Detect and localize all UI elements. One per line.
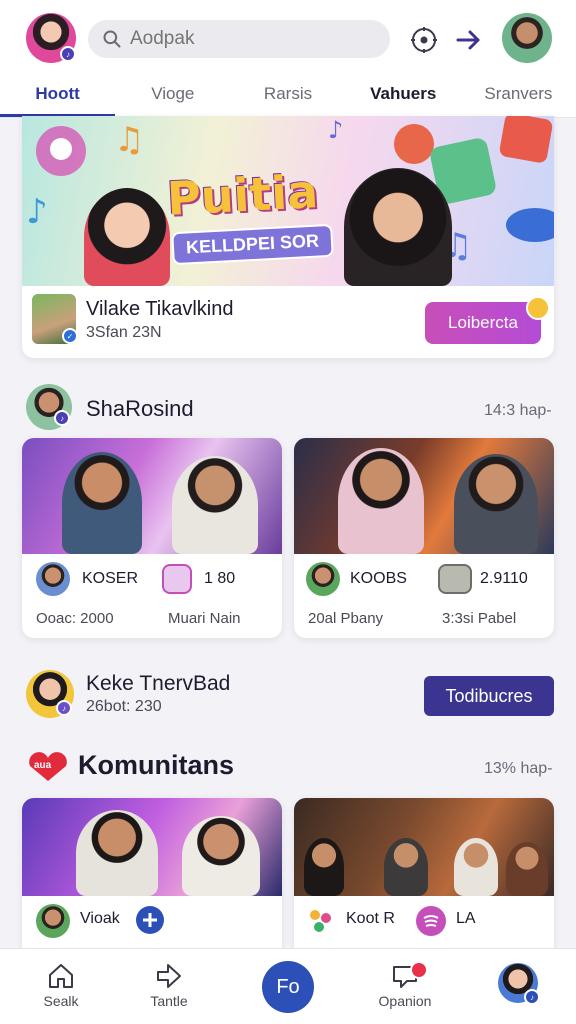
avatar-badge-icon: ♪ bbox=[54, 410, 70, 426]
nav-label: Opanion bbox=[378, 993, 432, 1009]
card-stat: 2.9110 bbox=[480, 570, 528, 587]
section-time: 13% hap- bbox=[484, 760, 553, 777]
decor-bubble bbox=[394, 124, 434, 164]
stream-thumbnail bbox=[294, 438, 554, 554]
heart-logo-icon: aua bbox=[26, 752, 70, 782]
avatar-badge-icon: ♪ bbox=[524, 989, 540, 1005]
decor-bubble bbox=[50, 138, 72, 160]
nav-label: Tantle bbox=[150, 993, 188, 1009]
tv-icon bbox=[438, 564, 472, 594]
community-thumbnail bbox=[294, 798, 554, 896]
streamer-figure bbox=[338, 448, 424, 554]
profile-avatar[interactable] bbox=[502, 13, 552, 63]
tab-sranvers[interactable]: Sranvers bbox=[461, 76, 576, 117]
community-card[interactable]: Koot R LA bbox=[294, 798, 554, 958]
arrow-right-icon[interactable] bbox=[455, 26, 483, 54]
creator-meta: 26bot: 230 bbox=[86, 698, 162, 715]
section-title: ShaRosind bbox=[86, 396, 194, 421]
card-extra: LA bbox=[456, 910, 476, 927]
home-icon bbox=[49, 964, 73, 988]
top-bar: ♪ bbox=[0, 0, 576, 76]
card-sub-right: 3:3si Pabel bbox=[442, 610, 517, 627]
music-note-icon: ♪ bbox=[26, 192, 48, 232]
star-badge-icon bbox=[526, 296, 550, 320]
avatar-badge-icon: ♪ bbox=[60, 46, 76, 62]
music-note-icon: ♫ bbox=[114, 120, 145, 160]
bottom-nav: Sealk Tantle Fo Opanion ♪ bbox=[0, 948, 576, 1024]
member-figure bbox=[76, 810, 158, 896]
tab-vahuers[interactable]: Vahuers bbox=[346, 76, 461, 117]
member-figure bbox=[454, 838, 498, 896]
gift-icon bbox=[162, 564, 192, 594]
host-right-figure bbox=[344, 168, 452, 286]
streamer-figure bbox=[62, 452, 142, 554]
tile-decor bbox=[498, 116, 554, 164]
card-name: Koot R bbox=[346, 910, 395, 927]
community-card[interactable]: Vioak bbox=[22, 798, 282, 958]
creator-meta: 3Sfan 23N bbox=[86, 324, 162, 341]
card-name: KOOBS bbox=[350, 570, 407, 587]
card-sub-left: Ooac: 2000 bbox=[36, 610, 114, 627]
avatar-badge-icon: ♪ bbox=[56, 700, 72, 716]
community-thumbnail bbox=[22, 798, 282, 896]
card-avatar[interactable] bbox=[36, 562, 70, 596]
create-button[interactable]: Fo bbox=[262, 961, 314, 1013]
verified-badge-icon: ✓ bbox=[62, 328, 78, 344]
search-input[interactable] bbox=[130, 28, 370, 50]
location-icon[interactable] bbox=[410, 26, 438, 54]
stream-card[interactable]: KOSER 1 80 Ooac: 2000 Muari Nain bbox=[22, 438, 282, 638]
tab-viogе[interactable]: Viogе bbox=[115, 76, 230, 117]
nav-notifications[interactable]: Opanion bbox=[360, 957, 450, 1009]
featured-card[interactable]: ♫ ♪ ♪ ♫ Puitia KELLDPEI SOR ✓ Vilake Tik… bbox=[22, 116, 554, 358]
card-sub-left: 20al Pbany bbox=[308, 610, 384, 627]
creator-name: Vilake Tikavlkind bbox=[86, 298, 234, 320]
card-avatar[interactable] bbox=[36, 904, 70, 938]
audio-icon[interactable] bbox=[416, 906, 446, 936]
featured-banner-image: ♫ ♪ ♪ ♫ Puitia KELLDPEI SOR bbox=[22, 116, 554, 286]
card-avatar[interactable] bbox=[306, 562, 340, 596]
search-icon bbox=[103, 30, 121, 48]
share-arrow-icon bbox=[157, 964, 181, 988]
featured-subtitle: KELLDPEI SOR bbox=[171, 223, 334, 266]
heart-logo-text: aua bbox=[34, 760, 52, 771]
subscribe-button[interactable]: Todibucres bbox=[424, 676, 554, 716]
decor-disc bbox=[506, 208, 554, 242]
join-button[interactable]: Loibercta bbox=[425, 302, 541, 344]
streamer-figure bbox=[172, 456, 258, 554]
host-left-figure bbox=[84, 188, 170, 286]
card-sub-right: Muari Nain bbox=[168, 610, 241, 627]
section-title: Komunitans bbox=[78, 750, 235, 780]
add-icon[interactable] bbox=[136, 906, 164, 934]
nav-label: Sealk bbox=[43, 993, 79, 1009]
stream-card[interactable]: KOOBS 2.9110 20al Pbany 3:3si Pabel bbox=[294, 438, 554, 638]
nav-explore[interactable]: Tantle bbox=[124, 957, 214, 1009]
creator-name: Keke TnervBad bbox=[86, 672, 231, 695]
streamer-figure bbox=[454, 454, 538, 554]
featured-info: ✓ Vilake Tikavlkind 3Sfan 23N Loibercta bbox=[22, 286, 554, 358]
section-time: 14:3 hap- bbox=[484, 402, 552, 419]
card-stat: 1 80 bbox=[204, 570, 236, 587]
music-note-icon: ♪ bbox=[328, 116, 344, 144]
notification-dot bbox=[410, 961, 428, 979]
tab-rarsis[interactable]: Rarsis bbox=[230, 76, 345, 117]
card-name: Vioak bbox=[80, 910, 120, 927]
member-figure bbox=[182, 816, 260, 896]
stream-thumbnail bbox=[22, 438, 282, 554]
tab-hoott[interactable]: Hoott bbox=[0, 76, 116, 117]
featured-title: Puitia bbox=[165, 164, 320, 226]
nav-home[interactable]: Sealk bbox=[16, 957, 106, 1009]
member-figure bbox=[384, 838, 428, 896]
member-figure bbox=[304, 838, 344, 896]
search-bar[interactable] bbox=[88, 20, 390, 58]
card-name: KOSER bbox=[82, 570, 139, 587]
category-tabs: Hoott Viogе Rarsis Vahuers Sranvers bbox=[0, 76, 576, 118]
member-figure bbox=[506, 842, 548, 896]
sticker-icon bbox=[306, 906, 336, 936]
